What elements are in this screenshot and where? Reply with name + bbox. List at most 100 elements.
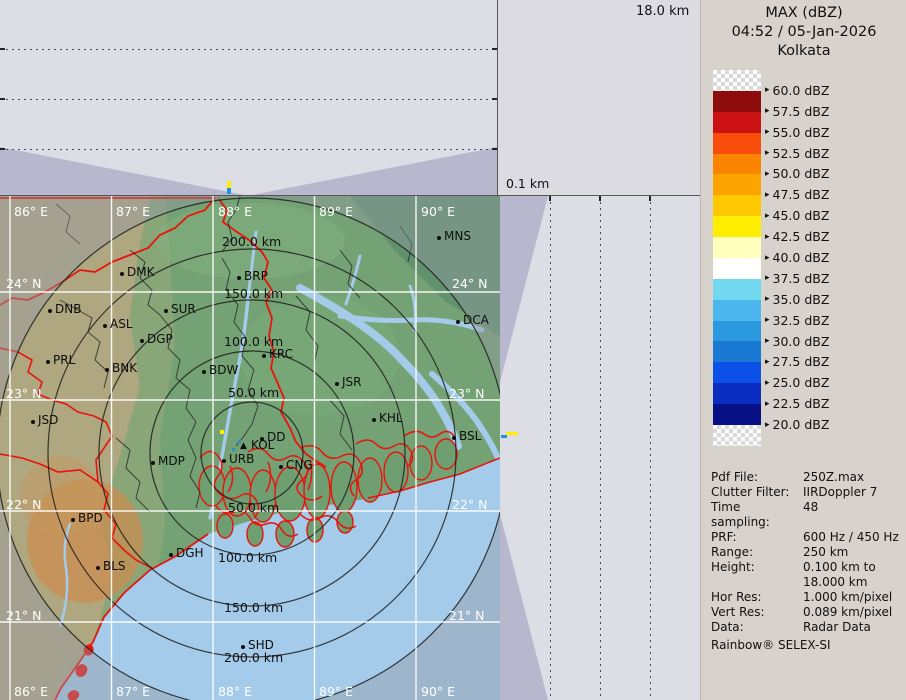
legend-dbz-label: ▸45.0 dBZ [765, 208, 829, 223]
metadata-row: 18.000 km [711, 575, 899, 590]
profile-echo-yellow [227, 181, 231, 188]
legend-swatch [713, 133, 761, 154]
station-dot [202, 370, 206, 374]
legend-swatch [713, 279, 761, 300]
legend-swatch [713, 321, 761, 342]
top-profile-panel [0, 0, 498, 196]
dbz-value: 47.5 dBZ [773, 187, 830, 202]
station-dot [452, 436, 456, 440]
grid-label: 89° E [319, 684, 353, 699]
legend-colorbar [713, 70, 761, 446]
grid-label: 23° N [449, 386, 484, 401]
top-panel-border [497, 0, 498, 196]
radar-application-window: 18.0 km 0.1 km [0, 0, 906, 700]
station-dot [120, 272, 124, 276]
grid-label: 88° E [218, 204, 252, 219]
legend-dbz-label: ▸20.0 dBZ [765, 417, 829, 432]
station-label: KHL [379, 411, 403, 425]
station-label: URB [229, 452, 254, 466]
arrow-icon: ▸ [765, 169, 770, 179]
grid-label: 22° N [6, 497, 41, 512]
station-dot [456, 320, 460, 324]
dbz-value: 57.5 dBZ [773, 104, 830, 119]
station-label: JSR [342, 375, 362, 389]
dbz-value: 35.0 dBZ [773, 292, 830, 307]
metadata-row: Time sampling:48 [711, 500, 899, 530]
station-label: MNS [444, 229, 471, 243]
radar-map[interactable]: 86° E87° E88° E89° E90° E86° E87° E88° E… [0, 196, 500, 700]
grid-label: 90° E [421, 204, 455, 219]
station-dot [237, 276, 241, 280]
station-label: DGH [176, 546, 204, 560]
metadata-rows: Pdf File:250Z.maxClutter Filter:IIRDoppl… [711, 470, 899, 635]
station-dot [48, 309, 52, 313]
metadata-row: Range:250 km [711, 545, 899, 560]
legend-dbz-label: ▸42.5 dBZ [765, 229, 829, 244]
dbz-value: 30.0 dBZ [773, 334, 830, 349]
station-label: PRL [53, 353, 75, 367]
legend-swatch [713, 70, 761, 91]
metadata-value: 600 Hz / 450 Hz [803, 530, 899, 545]
metadata-row: Data:Radar Data [711, 620, 899, 635]
station-dot [279, 465, 283, 469]
arrow-icon: ▸ [765, 399, 770, 409]
station-label: KRC [269, 347, 293, 361]
station-dot [372, 418, 376, 422]
legend-dbz-label: ▸55.0 dBZ [765, 125, 829, 140]
metadata-row: PRF:600 Hz / 450 Hz [711, 530, 899, 545]
station-label: DMK [127, 265, 154, 279]
station-label: BPD [78, 511, 103, 525]
legend-swatch [713, 216, 761, 237]
station-label: JSD [38, 413, 58, 427]
metadata-value: 48 [803, 500, 818, 530]
right-profile-panel [500, 196, 700, 700]
metadata-label: Clutter Filter: [711, 485, 803, 500]
station-dot [46, 360, 50, 364]
dbz-value: 52.5 dBZ [773, 146, 830, 161]
station-dot [105, 368, 109, 372]
product-title: MAX (dBZ) [701, 4, 906, 23]
metadata-row: Vert Res:0.089 km/pixel [711, 605, 899, 620]
range-ring-label: 50.0 km [228, 385, 279, 400]
metadata-label: PRF: [711, 530, 803, 545]
station-label: KOL [251, 438, 274, 452]
legend-dbz-label: ▸27.5 dBZ [765, 354, 829, 369]
arrow-icon: ▸ [765, 148, 770, 158]
station-dot [169, 553, 173, 557]
grid-label: 88° E [218, 684, 252, 699]
height-min-label: 0.1 km [506, 176, 549, 191]
grid-label: 90° E [421, 684, 455, 699]
metadata-value: 250 km [803, 545, 848, 560]
legend-swatch [713, 112, 761, 133]
grid-label: 22° N [452, 497, 487, 512]
profile-echo-blue [501, 435, 507, 438]
axis-tick [649, 196, 651, 201]
station-dot [437, 236, 441, 240]
profile-echo-yellow [506, 432, 518, 435]
station-dot [31, 420, 35, 424]
legend-swatch [713, 195, 761, 216]
station-dot [140, 339, 144, 343]
arrow-icon: ▸ [765, 211, 770, 221]
legend-swatch [713, 383, 761, 404]
metadata-label: Time sampling: [711, 500, 803, 530]
legend-swatch [713, 362, 761, 383]
station-label: DNB [55, 302, 81, 316]
arrow-icon: ▸ [765, 273, 770, 283]
metadata-label: Data: [711, 620, 803, 635]
dbz-value: 37.5 dBZ [773, 271, 830, 286]
height-max-label: 18.0 km [636, 4, 689, 19]
dbz-value: 55.0 dBZ [773, 125, 830, 140]
dbz-value: 50.0 dBZ [773, 166, 830, 181]
grid-label: 87° E [116, 684, 150, 699]
metadata-value: 250Z.max [803, 470, 864, 485]
legend-dbz-label: ▸40.0 dBZ [765, 250, 829, 265]
metadata-label: Height: [711, 560, 803, 575]
beam-shadow-wedge-top [500, 196, 548, 382]
beam-shadow-wedge-right [247, 146, 497, 196]
legend-swatch [713, 258, 761, 279]
legend-swatch [713, 237, 761, 258]
legend-swatch [713, 174, 761, 195]
grid-label: 21° N [6, 608, 41, 623]
dbz-value: 20.0 dBZ [773, 417, 830, 432]
